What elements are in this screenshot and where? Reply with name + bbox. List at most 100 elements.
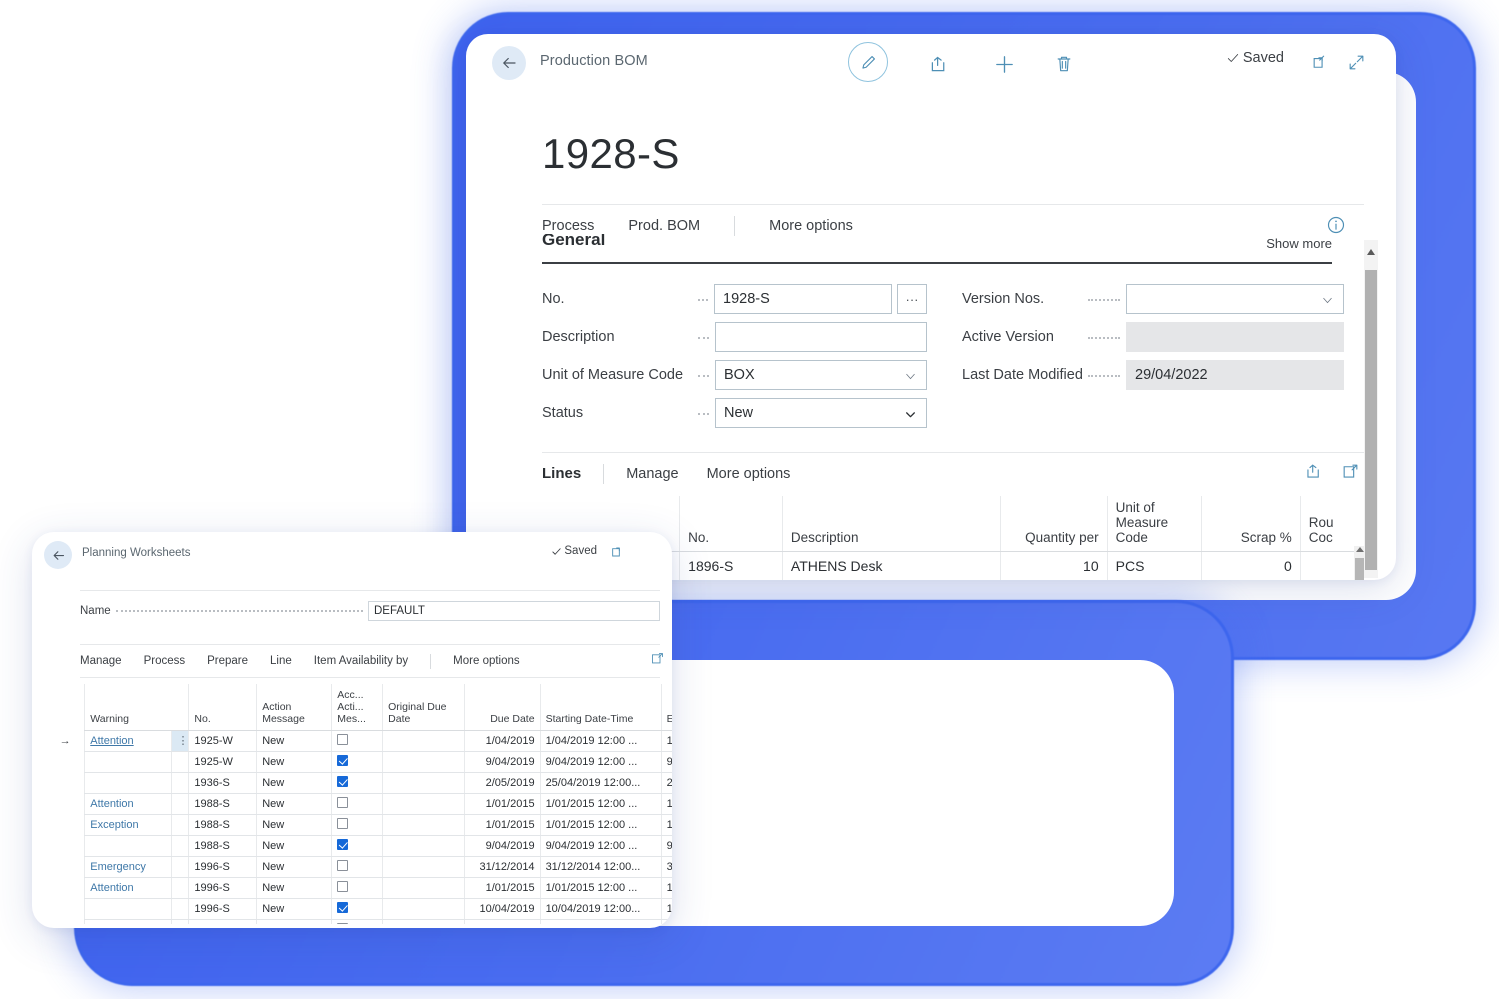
cell-due-date[interactable]: 1/01/2015 [465, 877, 540, 898]
col-scrap-pct[interactable]: Scrap % [1202, 496, 1301, 552]
cell-uom[interactable]: PCS [1107, 552, 1202, 581]
table-row[interactable]: 1936-SNew2/05/201925/04/2019 12:00...25/… [46, 772, 672, 793]
cell-original-due-date[interactable] [383, 751, 465, 772]
accept-checkbox[interactable] [337, 881, 348, 892]
cell-due-date[interactable]: 9/04/2019 [465, 751, 540, 772]
status-select[interactable]: New [715, 398, 927, 428]
cell-due-date[interactable]: 1/01/2015 [465, 793, 540, 814]
cell-ending-date[interactable]: 1/01/2015 [661, 877, 672, 898]
cell-no[interactable]: 1996-S [189, 877, 257, 898]
cell-accept-action-message[interactable] [332, 835, 383, 856]
col-quantity-per[interactable]: Quantity per [1000, 496, 1107, 552]
cell-warning[interactable]: Attention [85, 877, 172, 898]
cell-original-due-date[interactable] [383, 814, 465, 835]
lines-item-more-options[interactable]: More options [707, 466, 791, 482]
cell-no[interactable]: 1988-S [189, 835, 257, 856]
cell-quantity-per[interactable]: 10 [1000, 552, 1107, 581]
ribbon-item-prod-bom[interactable]: Prod. BOM [628, 218, 700, 234]
cell-description[interactable]: ATHENS Desk [782, 552, 1000, 581]
cell-original-due-date[interactable] [383, 898, 465, 919]
popout-button[interactable] [1306, 48, 1334, 76]
cell-starting-date-time[interactable]: 1/01/2015 12:00 ... [540, 793, 661, 814]
cell-warning[interactable]: Attention [85, 730, 172, 751]
lines-item-manage[interactable]: Manage [626, 466, 678, 482]
cell-accept-action-message[interactable] [332, 919, 383, 924]
scrollbar-thumb[interactable] [1355, 558, 1364, 580]
lines-open-in-excel-button[interactable] [1341, 462, 1360, 486]
ribbon-item-line[interactable]: Line [270, 655, 292, 667]
cell-starting-date-time[interactable]: 1/01/2015 12:00 ... [540, 919, 661, 924]
scroll-up-arrow-icon[interactable] [1367, 249, 1375, 255]
cell-action-message[interactable]: New [257, 751, 332, 772]
cell-original-due-date[interactable] [383, 730, 465, 751]
cell-starting-date-time[interactable]: 1/01/2015 12:00 ... [540, 877, 661, 898]
col-no[interactable]: No. [680, 496, 783, 552]
cell-due-date[interactable]: 1/04/2019 [465, 730, 540, 751]
description-input[interactable] [715, 322, 927, 352]
expand-button[interactable] [1342, 48, 1370, 76]
table-row[interactable]: Exception1988-SNew1/01/20151/01/2015 12:… [46, 814, 672, 835]
back-button[interactable] [44, 541, 72, 569]
cell-starting-date-time[interactable]: 1/01/2015 12:00 ... [540, 814, 661, 835]
cell-action-message[interactable]: New [257, 814, 332, 835]
ribbon-more-options[interactable]: More options [453, 655, 519, 667]
cell-accept-action-message[interactable] [332, 772, 383, 793]
popout-button[interactable] [610, 544, 626, 560]
cell-starting-date-time[interactable]: 9/04/2019 12:00 ... [540, 751, 661, 772]
cell-original-due-date[interactable] [383, 856, 465, 877]
cell-no[interactable]: 1988-S [189, 793, 257, 814]
cell-action-message[interactable]: New [257, 856, 332, 877]
col-action-message[interactable]: Action Message [257, 684, 332, 730]
cell-ending-date[interactable]: 1/01/2015 [661, 814, 672, 835]
cell-warning[interactable]: Attention [85, 793, 172, 814]
accept-checkbox[interactable] [337, 755, 348, 766]
cell-starting-date-time[interactable]: 31/12/2014 12:00... [540, 856, 661, 877]
planning-open-in-excel-button[interactable] [650, 651, 665, 671]
cell-no[interactable]: 1925-W [189, 751, 257, 772]
cell-due-date[interactable]: 1/01/2015 [465, 814, 540, 835]
cell-no[interactable]: 1900-S [189, 919, 257, 924]
cell-ending-date[interactable]: 31/12/201· [661, 856, 672, 877]
cell-action-message[interactable]: New [257, 730, 332, 751]
col-starting-date-time[interactable]: Starting Date-Time [540, 684, 661, 730]
cell-warning[interactable]: Exception [85, 814, 172, 835]
accept-checkbox[interactable] [337, 860, 348, 871]
accept-checkbox[interactable] [337, 797, 348, 808]
cell-starting-date-time[interactable]: 10/04/2019 12:00... [540, 898, 661, 919]
table-row[interactable]: 1996-SNew10/04/201910/04/2019 12:00...10… [46, 898, 672, 919]
col-due-date[interactable]: Due Date [465, 684, 540, 730]
warning-text[interactable]: Attention [90, 798, 133, 810]
cell-due-date[interactable]: 2/05/2019 [465, 772, 540, 793]
scrollbar-thumb[interactable] [1365, 270, 1377, 570]
col-warning[interactable]: Warning [85, 684, 172, 730]
cell-starting-date-time[interactable]: 25/04/2019 12:00... [540, 772, 661, 793]
breadcrumb[interactable]: Planning Worksheets [82, 547, 190, 559]
cell-no[interactable]: 1896-S [680, 552, 783, 581]
uom-select[interactable]: BOX [715, 360, 927, 390]
col-uom[interactable]: Unit of Measure Code [1107, 496, 1202, 552]
back-button[interactable] [492, 46, 526, 80]
delete-button[interactable] [1044, 44, 1084, 84]
no-lookup-button[interactable]: ··· [897, 284, 927, 314]
ribbon-item-item-availability-by[interactable]: Item Availability by [314, 655, 408, 667]
cell-no[interactable]: 1996-S [189, 856, 257, 877]
table-row[interactable]: Attention1996-SNew1/01/20151/01/2015 12:… [46, 877, 672, 898]
col-ending-date[interactable]: Ending Date [661, 684, 672, 730]
cell-accept-action-message[interactable] [332, 730, 383, 751]
table-row[interactable]: Attention1900-SNew1/01/20151/01/2015 12:… [46, 919, 672, 924]
col-no[interactable]: No. [189, 684, 257, 730]
ribbon-item-process[interactable]: Process [144, 655, 186, 667]
breadcrumb[interactable]: Production BOM [540, 53, 648, 69]
cell-original-due-date[interactable] [383, 772, 465, 793]
table-row[interactable]: 1925-WNew9/04/20199/04/2019 12:00 ...9/0… [46, 751, 672, 772]
cell-action-message[interactable]: New [257, 793, 332, 814]
cell-original-due-date[interactable] [383, 919, 465, 924]
ribbon-item-prepare[interactable]: Prepare [207, 655, 248, 667]
accept-checkbox[interactable] [337, 839, 348, 850]
name-input[interactable]: DEFAULT [368, 601, 660, 621]
cell-action-message[interactable]: New [257, 835, 332, 856]
cell-routing[interactable] [1300, 552, 1362, 581]
lines-share-button[interactable] [1304, 462, 1323, 486]
cell-ending-date[interactable]: 9/04/2019 [661, 835, 672, 856]
edit-button[interactable] [848, 42, 888, 82]
